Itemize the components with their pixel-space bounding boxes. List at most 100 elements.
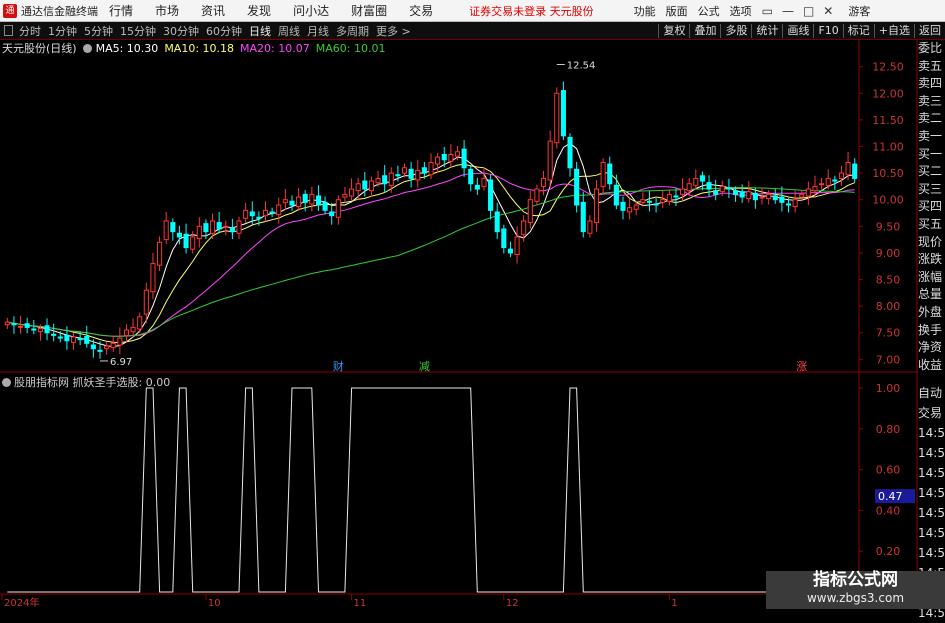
settings-circle-icon[interactable] <box>82 43 92 53</box>
candle-body <box>150 263 156 293</box>
candle-body <box>494 211 500 233</box>
ma10-label: MA10: 10.18 <box>164 41 235 55</box>
candle-body <box>123 329 130 336</box>
candle-body <box>243 209 249 219</box>
candle-body <box>633 204 639 210</box>
candle-body <box>461 148 467 169</box>
candle-body <box>706 182 712 190</box>
quote-field-0[interactable]: 委比 <box>918 40 945 58</box>
candle-body <box>269 211 275 214</box>
price-tick-label: 9.50 <box>876 220 901 233</box>
candle-body <box>448 153 454 162</box>
quote-field-3[interactable]: 卖三 <box>918 93 945 111</box>
candle-body <box>388 172 394 186</box>
candle-body <box>401 167 408 174</box>
candle-body <box>785 203 792 206</box>
indicator-settings-icon[interactable] <box>2 377 11 387</box>
ma60-line <box>7 186 855 337</box>
tick-time: 14:56 <box>918 446 945 460</box>
candle-body <box>600 161 606 187</box>
candle-body <box>236 220 242 234</box>
candle-body <box>481 177 487 187</box>
stock-label[interactable]: 天元股份(日线) <box>2 40 77 56</box>
candle-body <box>428 161 434 176</box>
candle-body <box>838 172 845 179</box>
candle-body <box>488 179 494 211</box>
candle-body <box>825 177 831 186</box>
quote-field-8[interactable]: 买三 <box>918 181 945 199</box>
quote-field-16[interactable]: 换手 <box>918 322 945 340</box>
candle-body <box>176 232 182 238</box>
candle-body <box>276 204 282 216</box>
quote-field-11[interactable]: 现价 <box>918 234 945 252</box>
btn-fanhui[interactable]: 返回 <box>914 24 945 38</box>
candle-body <box>97 349 103 352</box>
candle-body <box>355 183 361 192</box>
candle-body <box>309 193 315 205</box>
candle-body <box>514 236 520 256</box>
candle-body <box>501 228 507 249</box>
quote-field-4[interactable]: 卖二 <box>918 110 945 128</box>
candle-body <box>64 334 70 342</box>
quote-field-17[interactable]: 净资 <box>918 339 945 357</box>
indicator-tick-label: 0.80 <box>876 423 901 436</box>
indicator-label[interactable]: 股朋指标网 抓妖圣手选股: 0.00 <box>14 374 170 390</box>
candle-body <box>805 188 811 197</box>
quote-side-panel: 委比 卖五 卖四 卖三 卖二 卖一 买一 买二 买三 买四 买五 现价 涨跌 涨幅 总量 外盘 换手 净资 收益 自… <box>918 40 945 620</box>
quote-field-10[interactable]: 买五 <box>918 216 945 234</box>
candle-body <box>580 201 586 233</box>
candle-body <box>51 333 57 336</box>
quote-field-1[interactable]: 卖五 <box>918 58 945 76</box>
quote-field-2[interactable]: 卖四 <box>918 75 945 93</box>
candle-body <box>137 316 143 330</box>
candle-body <box>666 193 672 202</box>
candle-body <box>223 225 229 228</box>
quote-field-6[interactable]: 买一 <box>918 146 945 164</box>
indicator-info-bar: 股朋指标网 抓妖圣手选股: 0.00 <box>0 375 170 389</box>
quote-field-15[interactable]: 外盘 <box>918 304 945 322</box>
candle-body <box>739 191 745 198</box>
quote-field-14[interactable]: 总量 <box>918 286 945 304</box>
candle-body <box>70 336 77 343</box>
quote-field-7[interactable]: 买二 <box>918 163 945 181</box>
candle-body <box>408 168 414 179</box>
ma20-label: MA20: 10.07 <box>240 41 310 55</box>
quote-field-13[interactable]: 涨幅 <box>918 269 945 287</box>
candle-body <box>4 321 10 326</box>
candle-body <box>368 180 374 192</box>
candle-body <box>421 167 427 174</box>
event-marker: 财 <box>333 359 344 373</box>
trade-field-1[interactable]: 交易 <box>918 403 945 423</box>
date-tick-label: 1 <box>671 598 677 609</box>
candle-body <box>229 227 235 233</box>
quote-field-5[interactable]: 卖一 <box>918 128 945 146</box>
candle-body <box>196 225 202 240</box>
candle-body <box>315 195 322 206</box>
candle-body <box>37 327 43 333</box>
quote-field-12[interactable]: 涨跌 <box>918 251 945 269</box>
quote-field-18[interactable]: 收益 <box>918 357 945 375</box>
candle-body <box>349 188 355 197</box>
quote-field-9[interactable]: 买四 <box>918 198 945 216</box>
low-price-label: 6.97 <box>110 357 132 368</box>
tick-time: 14:56 <box>918 486 945 500</box>
candle-body <box>170 222 176 233</box>
ma10-line <box>7 163 855 344</box>
ma5-label: MA5: 10.30 <box>95 41 159 55</box>
candle-body <box>593 188 600 224</box>
candle-body <box>792 199 798 208</box>
signal-line <box>7 387 855 593</box>
candle-body <box>752 192 758 201</box>
candle-body <box>454 151 461 157</box>
candle-body <box>766 193 772 200</box>
indicator-tick-label: 1.00 <box>876 382 901 395</box>
candle-body <box>90 344 96 350</box>
candle-body <box>507 248 513 254</box>
price-tick-label: 9.00 <box>876 247 901 260</box>
candle-body <box>812 185 818 192</box>
candle-body <box>772 195 778 201</box>
candle-body <box>362 180 368 190</box>
kline-chart[interactable]: 12.5012.0011.5011.0010.5010.009.509.008.… <box>0 0 918 609</box>
trade-field-0[interactable]: 自动 <box>918 383 945 403</box>
candle-body <box>329 211 335 217</box>
